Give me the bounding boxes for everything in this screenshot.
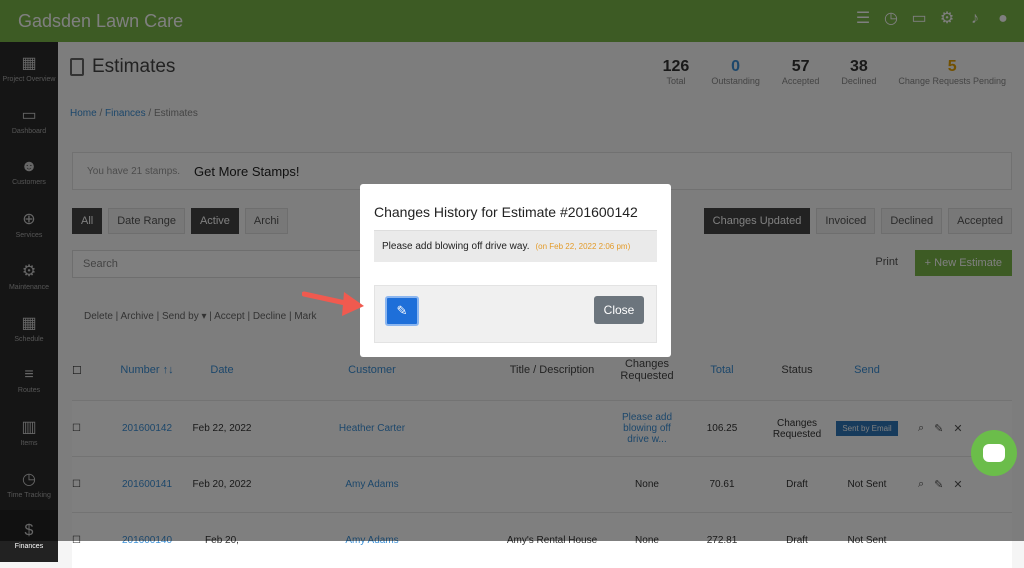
modal-footer: ✎ Close	[374, 285, 657, 343]
changes-history-modal: Changes History for Estimate #201600142 …	[360, 184, 671, 357]
history-message: Please add blowing off drive way.	[382, 241, 530, 252]
chat-bubble-icon	[983, 444, 1005, 462]
sidebar-item-label: Finances	[14, 543, 44, 550]
chat-launcher-button[interactable]	[971, 430, 1017, 476]
modal-title: Changes History for Estimate #201600142	[374, 204, 638, 220]
history-timestamp: (on Feb 22, 2022 2:06 pm)	[535, 242, 631, 251]
close-button[interactable]: Close	[594, 296, 644, 324]
pencil-icon: ✎	[396, 303, 408, 318]
history-entry: Please add blowing off drive way. (on Fe…	[374, 230, 657, 262]
annotation-arrow-icon	[302, 291, 364, 316]
edit-estimate-button[interactable]: ✎	[385, 296, 419, 326]
